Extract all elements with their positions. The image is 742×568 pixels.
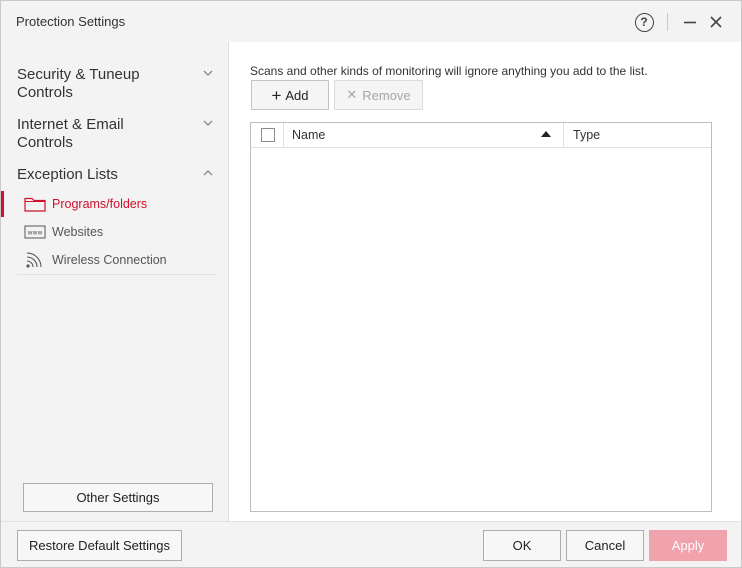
restore-default-settings-button[interactable]: Restore Default Settings — [17, 530, 182, 561]
sidebar-item-websites[interactable]: www Websites — [1, 219, 215, 245]
sidebar-item-label: Websites — [52, 225, 104, 239]
sidebar-item-programs-folders[interactable]: Programs/folders — [1, 191, 215, 217]
minimize-button[interactable] — [679, 11, 701, 33]
remove-icon: ✕ — [346, 87, 358, 102]
sidebar-category-label: Exception Lists — [17, 166, 118, 183]
folder-icon — [23, 195, 47, 213]
title-bar-divider — [667, 13, 668, 31]
chevron-down-icon — [203, 120, 213, 126]
column-header-name[interactable]: Name — [284, 123, 564, 147]
remove-button-label: Remove — [362, 87, 411, 103]
chevron-up-icon — [203, 170, 213, 176]
cancel-button[interactable]: Cancel — [566, 530, 644, 561]
add-button[interactable]: + Add — [251, 80, 329, 110]
help-icon: ? — [634, 12, 654, 32]
chevron-down-icon — [203, 70, 213, 76]
sidebar-category-label: Internet & Email Controls — [17, 116, 124, 151]
exception-list-panel: Scans and other kinds of monitoring will… — [228, 42, 741, 521]
other-settings-button[interactable]: Other Settings — [23, 483, 213, 512]
www-icon: www — [23, 223, 47, 241]
close-button[interactable] — [705, 11, 727, 33]
table-header: Name Type — [251, 123, 711, 148]
minimize-icon — [684, 21, 696, 24]
svg-text:www: www — [28, 230, 43, 237]
select-all-cell — [251, 123, 284, 147]
help-button[interactable]: ? — [633, 11, 655, 33]
panel-description: Scans and other kinds of monitoring will… — [250, 64, 648, 78]
remove-button[interactable]: ✕ Remove — [334, 80, 423, 110]
sidebar-item-label: Wireless Connection — [52, 253, 167, 267]
select-all-checkbox[interactable] — [261, 128, 275, 142]
sidebar-category-security-tuneup[interactable]: Security & Tuneup Controls — [17, 66, 217, 102]
add-button-label: Add — [285, 87, 309, 103]
footer: Restore Default Settings OK Cancel Apply — [1, 521, 741, 567]
apply-button[interactable]: Apply — [649, 530, 727, 561]
sidebar-category-label: Security & Tuneup Controls — [17, 66, 140, 101]
sidebar: Security & Tuneup Controls Internet & Em… — [1, 42, 228, 521]
sidebar-category-internet-email[interactable]: Internet & Email Controls — [17, 116, 217, 152]
title-bar: Protection Settings ? — [1, 1, 741, 42]
column-header-label: Type — [573, 128, 601, 142]
sort-ascending-icon — [541, 131, 551, 137]
sidebar-item-wireless-connection[interactable]: Wireless Connection — [1, 247, 215, 273]
column-header-type[interactable]: Type — [564, 123, 711, 147]
sidebar-divider — [17, 274, 217, 275]
protection-settings-window: Protection Settings ? Security & Tuneup … — [0, 0, 742, 568]
window-title: Protection Settings — [16, 14, 126, 29]
table-body — [251, 148, 711, 511]
ok-button[interactable]: OK — [483, 530, 561, 561]
close-icon — [710, 16, 722, 28]
sidebar-item-label: Programs/folders — [52, 197, 148, 211]
wifi-icon — [23, 251, 47, 269]
sidebar-category-exception-lists[interactable]: Exception Lists — [17, 166, 217, 184]
exceptions-table: Name Type — [250, 122, 712, 512]
column-header-label: Name — [292, 128, 326, 142]
plus-icon: + — [271, 85, 282, 105]
